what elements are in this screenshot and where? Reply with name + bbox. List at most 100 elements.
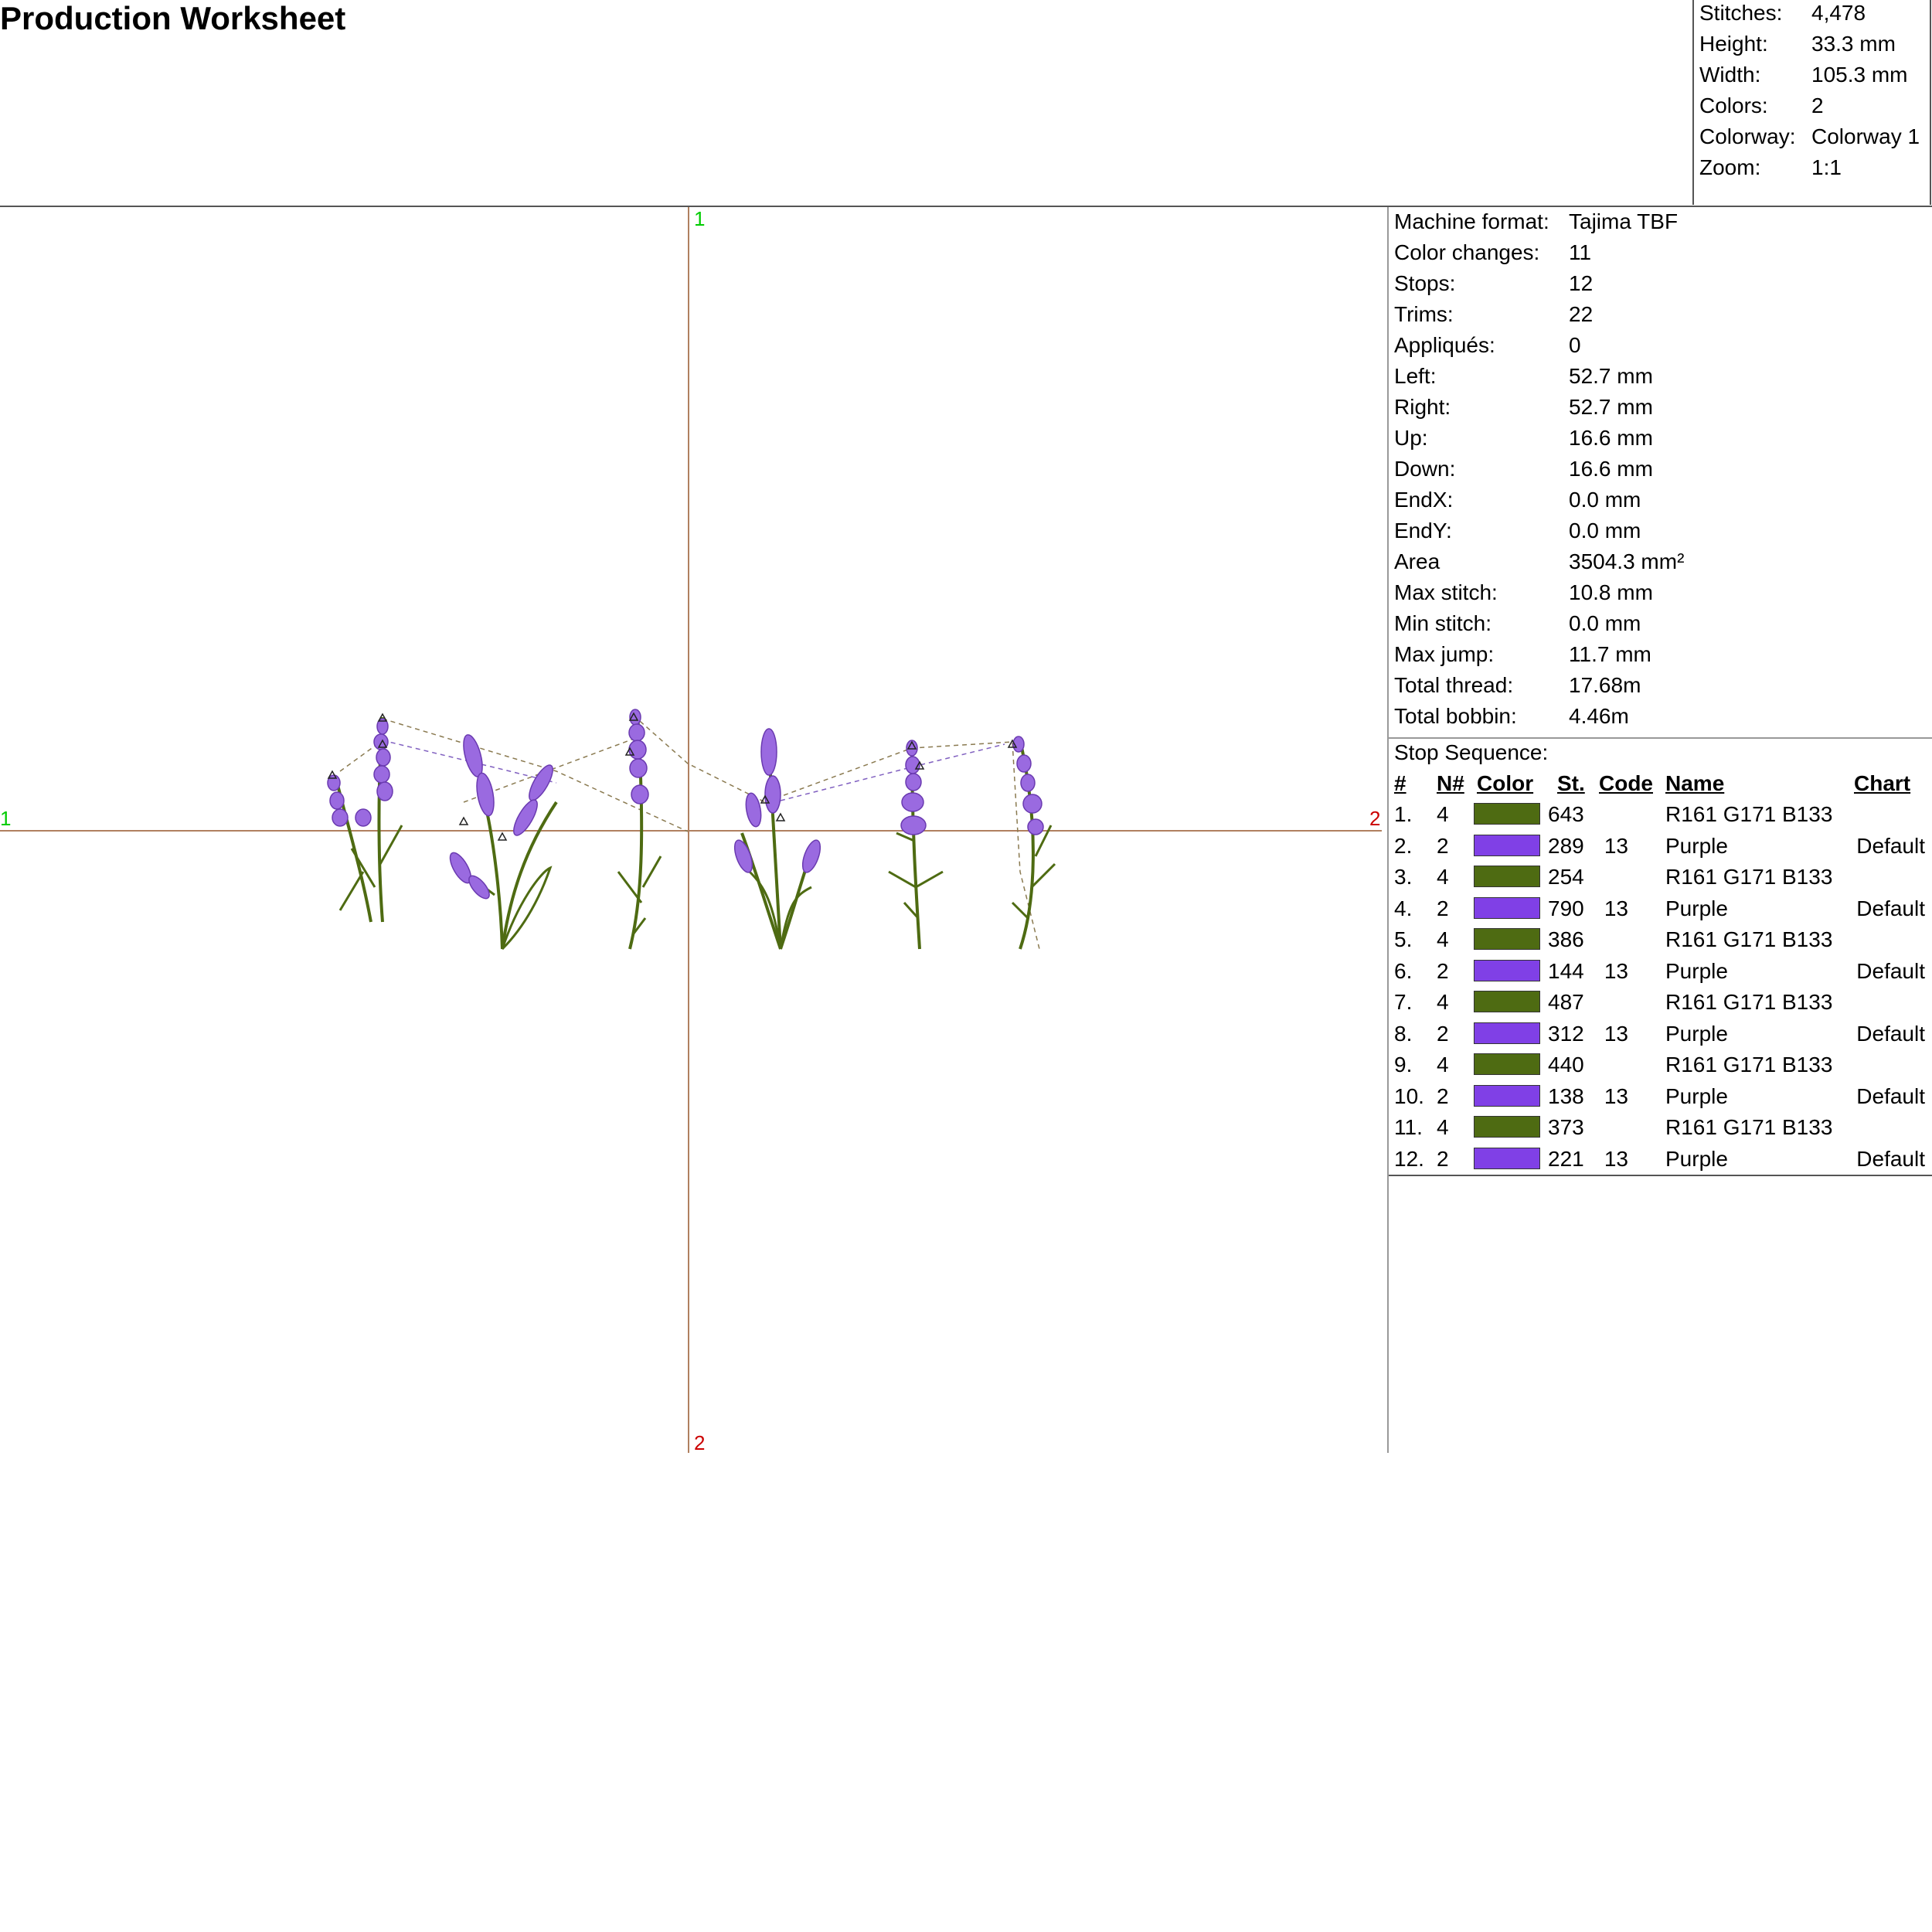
cell-stitches: 440: [1548, 1053, 1584, 1077]
summary-label: Height:: [1699, 32, 1768, 56]
cell-stitches: 289: [1548, 833, 1584, 858]
col-header-chart: Chart: [1854, 771, 1911, 795]
cell-code: 13: [1604, 896, 1628, 920]
color-swatch: [1474, 1022, 1540, 1044]
cell-name: Purple: [1665, 1083, 1728, 1108]
summary-value: Colorway 1: [1811, 124, 1920, 148]
stat-value: 16.6 mm: [1569, 457, 1653, 481]
cell-name: Purple: [1665, 1146, 1728, 1171]
stat-label: Max jump:: [1394, 642, 1495, 666]
stat-label: Trims:: [1394, 302, 1454, 326]
cell-stitches: 312: [1548, 1021, 1584, 1046]
table-row: 4. 2 790 13 Purple Default: [1389, 895, 1932, 926]
col-header-name: Name: [1665, 771, 1725, 795]
cell-stitches: 790: [1548, 896, 1584, 920]
cell-chart: Default: [1856, 896, 1925, 920]
stat-label: Appliqués:: [1394, 333, 1495, 357]
summary-value: 1:1: [1811, 155, 1842, 179]
cell-num: 9.: [1394, 1053, 1413, 1077]
color-swatch: [1474, 803, 1540, 825]
cell-num: 11.: [1394, 1115, 1423, 1139]
stat-label: Max stitch:: [1394, 580, 1498, 604]
col-header-stitches: St.: [1557, 771, 1585, 795]
cell-num: 6.: [1394, 958, 1413, 983]
col-header-needle: N#: [1437, 771, 1464, 795]
cell-chart: Default: [1856, 1083, 1925, 1108]
color-swatch: [1474, 1116, 1540, 1138]
cell-num: 7.: [1394, 990, 1413, 1014]
lavender-sprig-2: [449, 734, 558, 951]
table-row: 5. 4 386 R161 G171 B133: [1389, 926, 1932, 957]
stat-label: Color changes:: [1394, 240, 1540, 264]
table-row: 10. 2 138 13 Purple Default: [1389, 1083, 1932, 1114]
cell-needle: 2: [1437, 1021, 1449, 1046]
stat-value: 17.68m: [1569, 673, 1641, 697]
cell-needle: 2: [1437, 1083, 1449, 1108]
table-bottom-border: [1389, 1175, 1932, 1176]
cell-name: Purple: [1665, 896, 1728, 920]
col-header-num: #: [1394, 771, 1406, 795]
cell-stitches: 487: [1548, 990, 1584, 1014]
table-row: 7. 4 487 R161 G171 B133: [1389, 988, 1932, 1019]
cell-needle: 2: [1437, 1146, 1449, 1171]
stat-value: 10.8 mm: [1569, 580, 1653, 604]
summary-value: 33.3 mm: [1811, 32, 1896, 56]
summary-label: Zoom:: [1699, 155, 1761, 179]
axis-mark-bottom: 2: [694, 1431, 705, 1453]
color-swatch: [1474, 866, 1540, 887]
table-row: 8. 2 312 13 Purple Default: [1389, 1020, 1932, 1051]
color-swatch: [1474, 959, 1540, 981]
lavender-sprig-1: [327, 716, 403, 923]
cell-num: 8.: [1394, 1021, 1413, 1046]
summary-label: Colorway:: [1699, 124, 1796, 148]
stat-value: 0.0 mm: [1569, 611, 1641, 635]
cell-needle: 4: [1437, 802, 1449, 826]
cell-stitches: 643: [1548, 802, 1584, 826]
cell-stitches: 144: [1548, 958, 1584, 983]
cell-needle: 4: [1437, 927, 1449, 951]
cell-needle: 2: [1437, 958, 1449, 983]
stat-value: 0.0 mm: [1569, 519, 1641, 543]
summary-label: Colors:: [1699, 94, 1768, 117]
cell-num: 12.: [1394, 1146, 1424, 1171]
cell-needle: 2: [1437, 833, 1449, 858]
cell-code: 13: [1604, 1083, 1628, 1108]
cell-chart: Default: [1856, 833, 1925, 858]
cell-name: R161 G171 B133: [1665, 802, 1833, 826]
cell-needle: 2: [1437, 896, 1449, 920]
color-swatch: [1474, 1084, 1540, 1107]
cell-num: 10.: [1394, 1083, 1424, 1108]
cell-code: 13: [1604, 1021, 1628, 1046]
design-canvas: 1 1 2 2: [0, 207, 1387, 1453]
stat-value: 52.7 mm: [1569, 395, 1653, 419]
cell-name: R161 G171 B133: [1665, 1053, 1833, 1077]
cell-num: 1.: [1394, 802, 1413, 826]
stat-value: 0.0 mm: [1569, 488, 1641, 512]
table-row: 11. 4 373 R161 G171 B133: [1389, 1114, 1932, 1145]
cell-needle: 4: [1437, 1115, 1449, 1139]
stat-label: Area: [1394, 549, 1440, 573]
cell-code: 13: [1604, 958, 1628, 983]
color-swatch: [1474, 834, 1540, 856]
cell-code: 13: [1604, 1146, 1628, 1171]
stop-sequence-title: Stop Sequence:: [1394, 740, 1549, 764]
cell-num: 2.: [1394, 833, 1413, 858]
cell-stitches: 386: [1548, 927, 1584, 951]
stat-label: Stops:: [1394, 271, 1456, 295]
cell-name: Purple: [1665, 1021, 1728, 1046]
color-swatch: [1474, 1053, 1540, 1075]
cell-stitches: 373: [1548, 1115, 1584, 1139]
cell-chart: Default: [1856, 1146, 1925, 1171]
stat-value: 11: [1569, 240, 1592, 264]
stat-value: Tajima TBF: [1569, 209, 1679, 233]
jump-lines: [339, 715, 1040, 950]
summary-label: Stitches:: [1699, 1, 1783, 25]
stat-value: 52.7 mm: [1569, 364, 1653, 388]
cell-stitches: 138: [1548, 1083, 1584, 1108]
stat-label: Left:: [1394, 364, 1437, 388]
stat-value: 3504.3 mm²: [1569, 549, 1685, 573]
table-row: 12. 2 221 13 Purple Default: [1389, 1145, 1932, 1176]
design-summary: Stitches: 4,478 Height: 33.3 mm Width: 1…: [1692, 0, 1931, 205]
lavender-sprig-6: [1011, 736, 1056, 950]
embroidery-preview: 1 1 2 2: [0, 207, 1382, 1453]
